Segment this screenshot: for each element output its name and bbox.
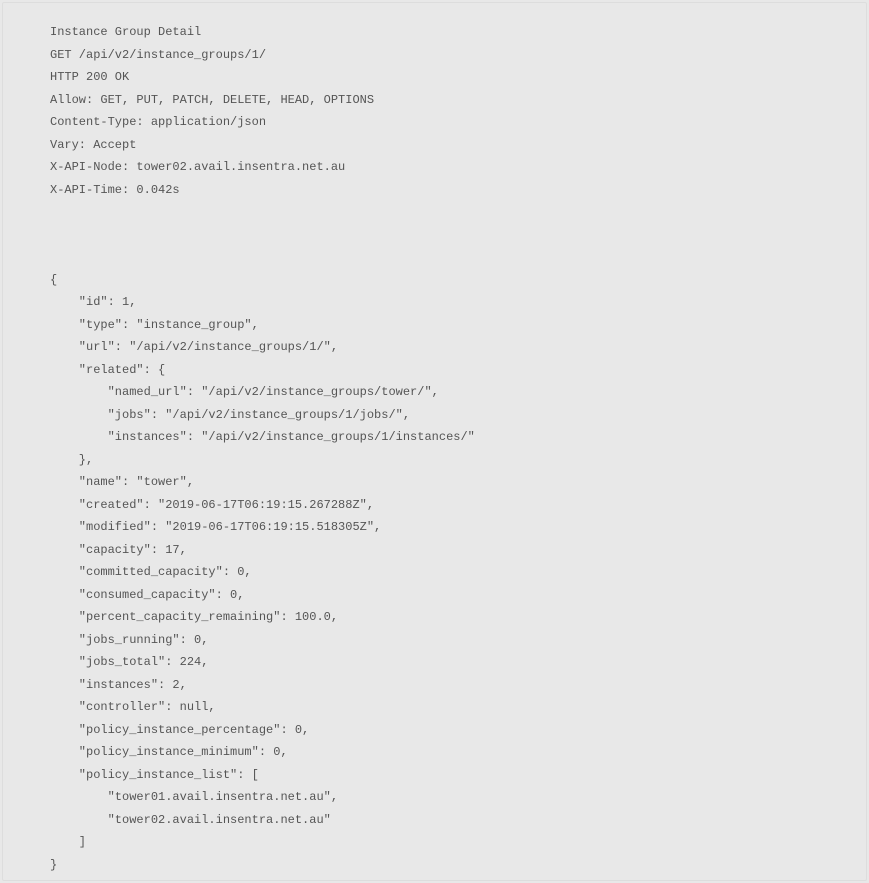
json-line: "created": "2019-06-17T06:19:15.267288Z"… — [50, 498, 374, 512]
json-line: "policy_instance_minimum": 0, — [50, 745, 288, 759]
json-line: "id": 1, — [50, 295, 136, 309]
api-time-header: X-API-Time: 0.042s — [50, 183, 180, 197]
json-line: "instances": 2, — [50, 678, 187, 692]
json-close-brace: } — [50, 858, 57, 872]
json-line: "policy_instance_percentage": 0, — [50, 723, 309, 737]
allow-header: Allow: GET, PUT, PATCH, DELETE, HEAD, OP… — [50, 93, 374, 107]
response-container: Instance Group Detail GET /api/v2/instan… — [0, 0, 869, 883]
vary-header: Vary: Accept — [50, 138, 136, 152]
json-line: "jobs": "/api/v2/instance_groups/1/jobs/… — [50, 408, 410, 422]
json-line: "instances": "/api/v2/instance_groups/1/… — [50, 430, 475, 444]
json-line: "modified": "2019-06-17T06:19:15.518305Z… — [50, 520, 381, 534]
json-line: "name": "tower", — [50, 475, 194, 489]
json-line: "policy_instance_list": [ — [50, 768, 259, 782]
json-line: }, — [50, 453, 93, 467]
json-line: "percent_capacity_remaining": 100.0, — [50, 610, 338, 624]
response-title: Instance Group Detail — [50, 25, 201, 39]
json-line: "jobs_running": 0, — [50, 633, 208, 647]
request-line: GET /api/v2/instance_groups/1/ — [50, 48, 266, 62]
api-response-block: Instance Group Detail GET /api/v2/instan… — [2, 2, 867, 881]
json-line: "jobs_total": 224, — [50, 655, 208, 669]
status-line: HTTP 200 OK — [50, 70, 129, 84]
json-line: "url": "/api/v2/instance_groups/1/", — [50, 340, 338, 354]
json-line: "committed_capacity": 0, — [50, 565, 252, 579]
json-line: "capacity": 17, — [50, 543, 187, 557]
json-line: "type": "instance_group", — [50, 318, 259, 332]
json-line: "tower02.avail.insentra.net.au" — [50, 813, 331, 827]
api-node-header: X-API-Node: tower02.avail.insentra.net.a… — [50, 160, 345, 174]
json-line: "controller": null, — [50, 700, 216, 714]
json-open-brace: { — [50, 273, 57, 287]
json-line: "consumed_capacity": 0, — [50, 588, 244, 602]
json-line: ] — [50, 835, 86, 849]
json-line: "tower01.avail.insentra.net.au", — [50, 790, 338, 804]
json-line: "named_url": "/api/v2/instance_groups/to… — [50, 385, 439, 399]
json-line: "related": { — [50, 363, 165, 377]
content-type-header: Content-Type: application/json — [50, 115, 266, 129]
